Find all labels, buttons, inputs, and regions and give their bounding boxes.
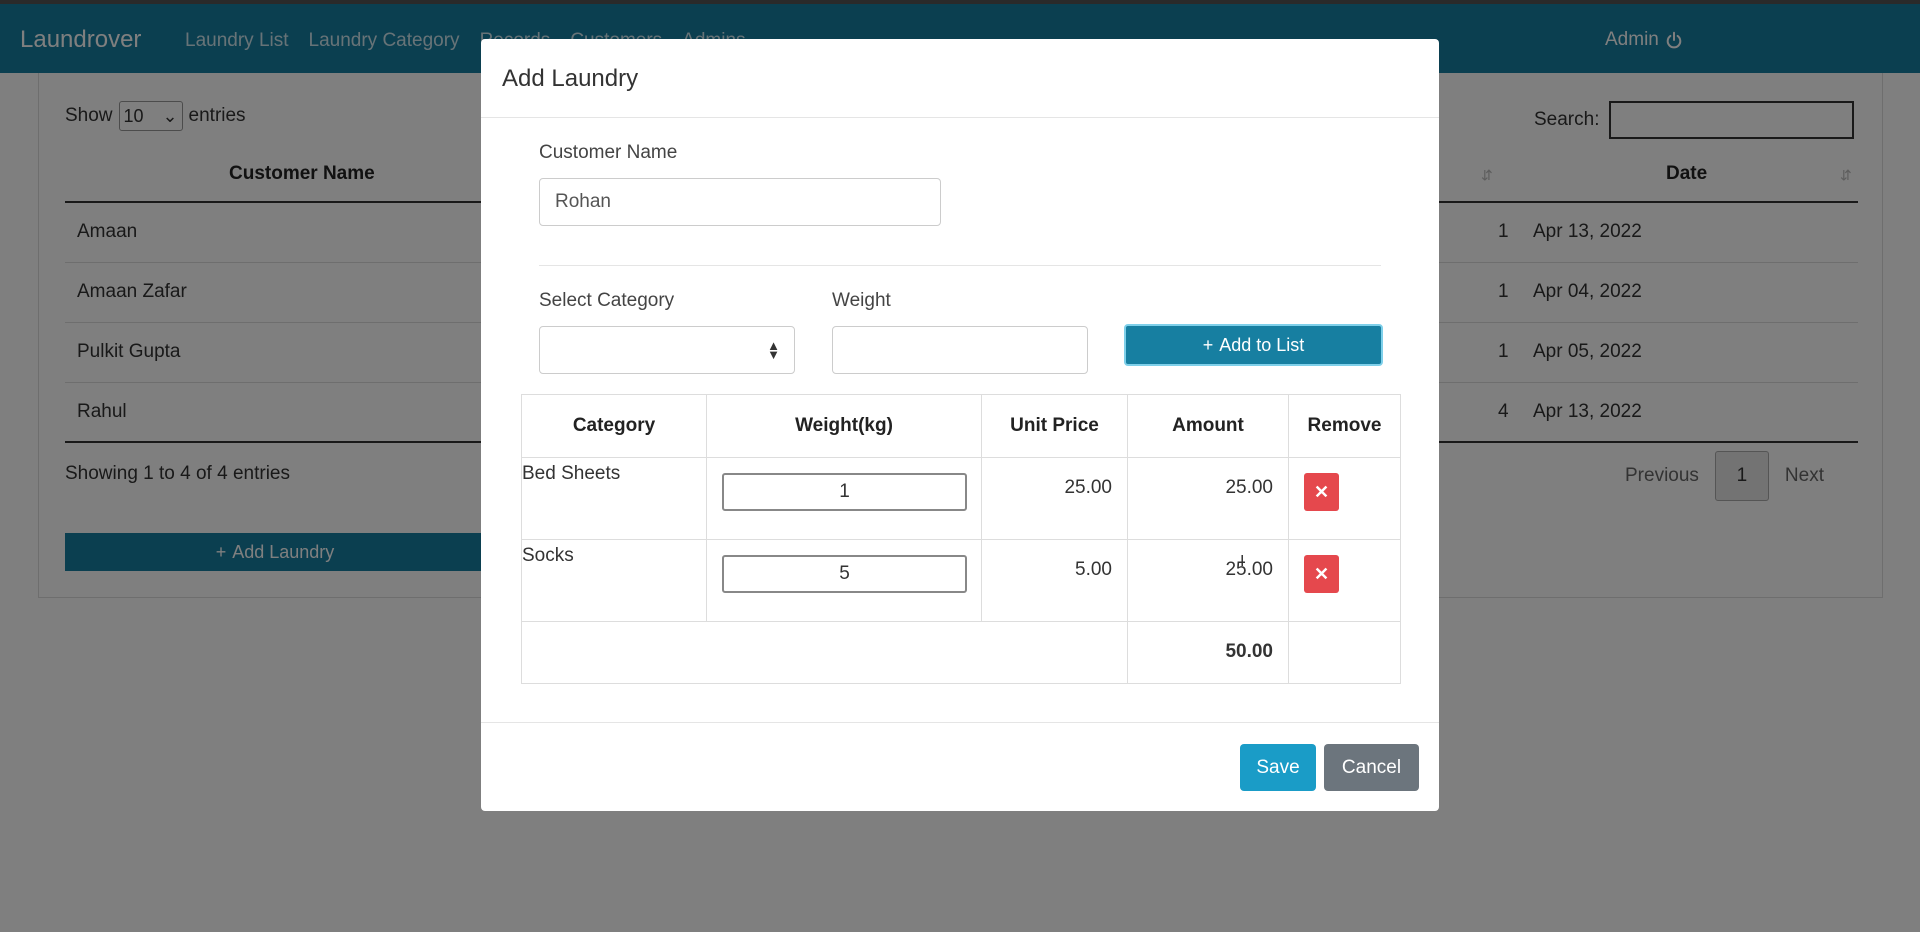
select-arrows-icon: ▲ ▼ — [767, 338, 780, 362]
save-button[interactable]: Save — [1240, 744, 1316, 791]
divider — [539, 265, 1381, 266]
x-icon: ✕ — [1313, 563, 1330, 584]
plus-icon: + — [1202, 334, 1214, 355]
header-amount: Amount — [1128, 395, 1289, 457]
items-table-header: Category Weight(kg) Unit Price Amount Re… — [522, 395, 1400, 458]
x-icon: ✕ — [1313, 481, 1330, 502]
modal-title: Add Laundry — [502, 65, 639, 92]
add-to-list-button[interactable]: + Add to List — [1124, 324, 1383, 366]
category-cell: Bed Sheets — [522, 458, 707, 539]
total-amount: 50.00 — [1225, 641, 1273, 662]
laundry-items-table: Category Weight(kg) Unit Price Amount Re… — [521, 394, 1401, 684]
header-remove: Remove — [1307, 415, 1382, 436]
add-laundry-modal: Add Laundry Customer Name Rohan Select C… — [481, 39, 1439, 811]
unit-price-value: 5.00 — [1075, 559, 1112, 580]
total-cell: 50.00 — [1128, 622, 1289, 683]
unit-price-value: 25.00 — [1064, 477, 1112, 498]
total-spacer — [522, 622, 1128, 683]
category-cell: Socks — [522, 540, 707, 621]
item-weight-input[interactable]: 1 — [722, 473, 967, 511]
weight-label: Weight — [832, 290, 891, 311]
total-empty-cell — [1289, 622, 1400, 683]
weight-cell: 1 — [707, 458, 982, 539]
item-weight-input[interactable]: 5 — [722, 555, 967, 593]
add-to-list-label: Add to List — [1219, 334, 1305, 355]
modal-footer: Save Cancel — [481, 722, 1439, 811]
remove-cell: ✕ — [1289, 458, 1400, 539]
remove-cell: ✕ — [1289, 540, 1400, 621]
table-row: Bed Sheets 1 25.00 25.00 ✕ — [522, 458, 1400, 540]
remove-button[interactable]: ✕ — [1304, 473, 1339, 511]
header-unit-price: Unit Price — [982, 395, 1128, 457]
text-cursor-icon: I — [1240, 553, 1245, 570]
table-row: Socks 5 5.00 25.00 ✕ — [522, 540, 1400, 622]
amount-cell: 25.00 — [1128, 458, 1289, 539]
amount-value: 25.00 — [1225, 477, 1273, 498]
amount-value: 25.00 — [1225, 559, 1273, 580]
header-category: Category — [522, 395, 707, 457]
unit-price-cell: 25.00 — [982, 458, 1128, 539]
weight-cell: 5 — [707, 540, 982, 621]
total-row: 50.00 — [522, 622, 1400, 683]
modal-header: Add Laundry — [481, 39, 1439, 118]
select-category-label: Select Category — [539, 290, 675, 311]
customer-name-label: Customer Name — [539, 142, 678, 163]
cancel-button[interactable]: Cancel — [1324, 744, 1419, 791]
header-weight: Weight(kg) — [707, 395, 982, 457]
remove-button[interactable]: ✕ — [1304, 555, 1339, 593]
customer-name-input[interactable]: Rohan — [539, 178, 941, 226]
unit-price-cell: 5.00 — [982, 540, 1128, 621]
category-select[interactable]: ▲ ▼ — [539, 326, 795, 374]
amount-cell: 25.00 — [1128, 540, 1289, 621]
weight-input[interactable] — [832, 326, 1088, 374]
